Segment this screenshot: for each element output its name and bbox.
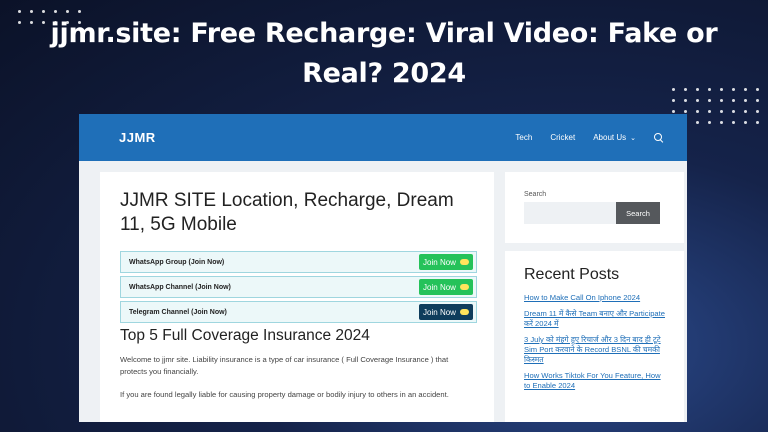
- chevron-down-icon: ⌄: [630, 135, 636, 142]
- banner-headline: jjmr.site: Free Recharge: Viral Video: F…: [0, 14, 768, 94]
- nav-item-about-us-label: About Us: [593, 133, 627, 142]
- nav-item-about-us[interactable]: About Us ⌄: [593, 133, 636, 142]
- nav-item-cricket[interactable]: Cricket: [550, 133, 575, 142]
- search-input[interactable]: [524, 202, 616, 224]
- join-button-label: Join Now: [423, 282, 456, 292]
- nav-menu: Tech Cricket About Us ⌄: [515, 133, 663, 142]
- main-article: JJMR SITE Location, Recharge, Dream 11, …: [100, 172, 494, 422]
- join-row-whatsapp-channel: WhatsApp Channel (Join Now) Join Now: [120, 276, 477, 298]
- join-button-label: Join Now: [423, 257, 456, 267]
- search-widget: Search Search: [505, 172, 684, 243]
- join-now-button[interactable]: Join Now: [419, 254, 473, 270]
- search-icon[interactable]: [654, 133, 663, 142]
- recent-post-link[interactable]: How Works Tiktok For You Feature, How to…: [524, 371, 665, 391]
- recent-posts-title: Recent Posts: [524, 266, 620, 283]
- nav-item-tech[interactable]: Tech: [515, 133, 532, 142]
- website-screenshot: JJMR Tech Cricket About Us ⌄ JJMR SITE Lo…: [79, 114, 687, 422]
- section-title: Top 5 Full Coverage Insurance 2024: [120, 327, 370, 344]
- hand-pointer-icon: [459, 284, 469, 290]
- sidebar: Search Search Recent Posts How to Make C…: [505, 172, 684, 422]
- recent-post-link[interactable]: Dream 11 में कैसे Team बनाए और Participa…: [524, 309, 665, 329]
- join-label: Telegram Channel (Join Now): [129, 308, 227, 316]
- post-title: JJMR SITE Location, Recharge, Dream 11, …: [120, 190, 454, 235]
- headline-line-1: jjmr.site: Free Recharge: Viral Video: F…: [50, 18, 718, 49]
- search-button[interactable]: Search: [616, 202, 660, 224]
- recent-post-link[interactable]: 3 July को मंहगे हुए रिचार्ज और 3 दिन बाद…: [524, 335, 665, 365]
- join-row-whatsapp-group: WhatsApp Group (Join Now) Join Now: [120, 251, 477, 273]
- article-paragraph: If you are found legally liable for caus…: [120, 390, 449, 399]
- join-label: WhatsApp Channel (Join Now): [129, 283, 231, 291]
- join-now-button[interactable]: Join Now: [419, 304, 473, 320]
- hand-pointer-icon: [459, 309, 469, 315]
- recent-posts-widget: Recent Posts How to Make Call On Iphone …: [505, 251, 684, 422]
- join-label: WhatsApp Group (Join Now): [129, 258, 225, 266]
- headline-line-2: Real? 2024: [302, 58, 466, 89]
- search-row: Search: [524, 202, 665, 224]
- article-paragraph: Welcome to jjmr site. Liability insuranc…: [120, 355, 449, 376]
- hand-pointer-icon: [459, 259, 469, 265]
- search-label: Search: [524, 191, 547, 198]
- join-button-label: Join Now: [423, 307, 456, 317]
- recent-post-link[interactable]: How to Make Call On Iphone 2024: [524, 293, 665, 303]
- site-logo[interactable]: JJMR: [119, 130, 156, 145]
- site-navbar: JJMR Tech Cricket About Us ⌄: [79, 114, 687, 161]
- join-now-button[interactable]: Join Now: [419, 279, 473, 295]
- join-row-telegram-channel: Telegram Channel (Join Now) Join Now: [120, 301, 477, 323]
